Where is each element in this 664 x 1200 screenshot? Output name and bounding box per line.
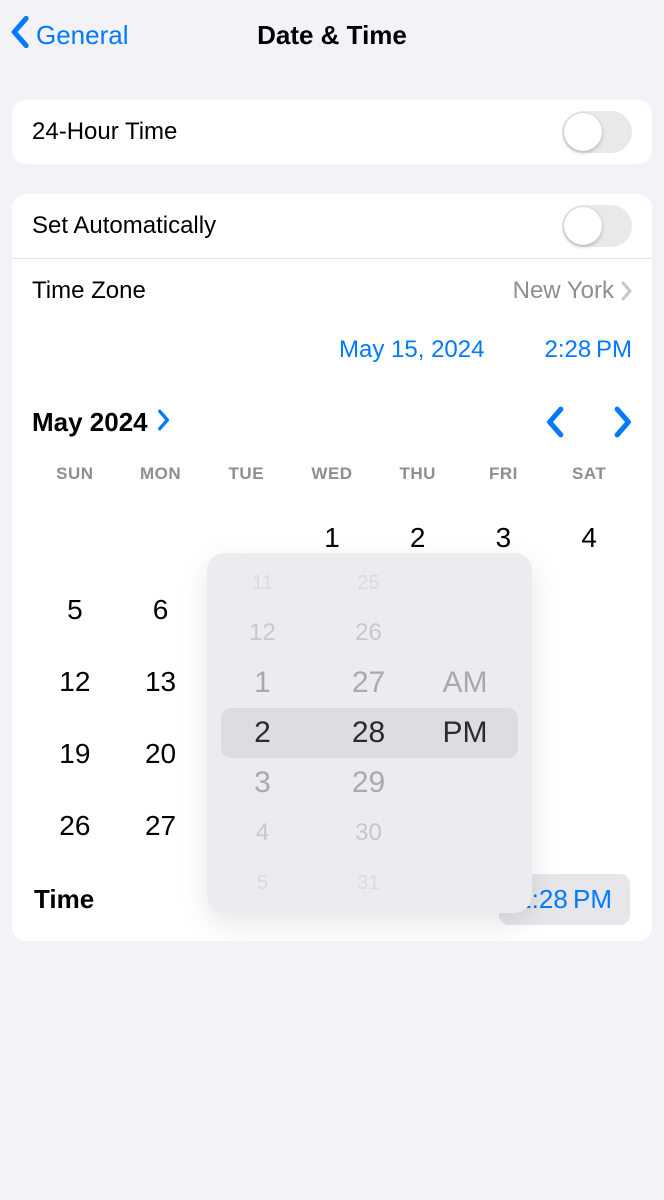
- picker-option[interactable]: 12: [227, 608, 299, 658]
- picker-option-selected[interactable]: 28: [333, 708, 405, 758]
- picker-option[interactable]: 1: [227, 658, 299, 708]
- prev-month-button[interactable]: [546, 406, 566, 438]
- row-timezone[interactable]: Time Zone New York: [12, 258, 652, 322]
- weekday-label: MON: [118, 454, 204, 502]
- calendar-day[interactable]: 4: [546, 502, 632, 574]
- month-title-text: May 2024: [32, 407, 148, 438]
- calendar-day[interactable]: 5: [32, 574, 118, 646]
- row-set-automatically: Set Automatically: [12, 194, 652, 258]
- calendar-day[interactable]: [546, 574, 632, 646]
- picker-option-selected[interactable]: 2: [227, 708, 299, 758]
- month-picker-button[interactable]: May 2024: [32, 407, 170, 438]
- weekday-label: THU: [375, 454, 461, 502]
- picker-option[interactable]: AM: [439, 658, 513, 708]
- calendar-day[interactable]: 26: [32, 790, 118, 862]
- picker-minute-column[interactable]: 25 26 27 28 29 30 31: [333, 553, 405, 913]
- label-time: Time: [34, 884, 94, 915]
- time-picker[interactable]: 11 12 1 2 3 4 5 25 26 27 28: [207, 553, 532, 913]
- picker-option[interactable]: 11: [227, 558, 299, 608]
- back-label: General: [36, 20, 129, 51]
- picker-option[interactable]: 26: [333, 608, 405, 658]
- back-button[interactable]: General: [10, 15, 129, 56]
- row-24hour: 24-Hour Time: [12, 100, 652, 164]
- calendar-weekdays: SUN MON TUE WED THU FRI SAT: [32, 454, 632, 502]
- current-date-button[interactable]: May 15, 2024: [339, 336, 484, 364]
- picker-option-selected[interactable]: PM: [439, 708, 513, 758]
- nav-bar: General Date & Time: [0, 0, 664, 70]
- picker-ampm-column[interactable]: AM PM: [439, 553, 513, 913]
- label-timezone: Time Zone: [32, 277, 146, 305]
- month-nav: [546, 406, 632, 438]
- calendar-day[interactable]: 27: [118, 790, 204, 862]
- picker-option[interactable]: 5: [227, 858, 299, 908]
- picker-option[interactable]: 30: [333, 808, 405, 858]
- group-datetime: Set Automatically Time Zone New York May…: [12, 194, 652, 941]
- weekday-label: SUN: [32, 454, 118, 502]
- calendar-day[interactable]: [32, 502, 118, 574]
- chevron-left-icon: [10, 15, 32, 56]
- weekday-label: SAT: [546, 454, 632, 502]
- toggle-24hour[interactable]: [562, 111, 632, 153]
- calendar-day[interactable]: 6: [118, 574, 204, 646]
- timezone-value-text: New York: [513, 277, 614, 305]
- row-current-datetime: May 15, 2024 2:28 PM: [12, 322, 652, 382]
- weekday-label: FRI: [461, 454, 547, 502]
- calendar-day[interactable]: [546, 718, 632, 790]
- picker-option[interactable]: 3: [227, 758, 299, 808]
- picker-columns: 11 12 1 2 3 4 5 25 26 27 28: [207, 553, 532, 913]
- chevron-right-icon: [156, 407, 170, 438]
- calendar-day[interactable]: [546, 790, 632, 862]
- picker-option[interactable]: 27: [333, 658, 405, 708]
- group-24hour: 24-Hour Time: [12, 100, 652, 164]
- calendar-day[interactable]: [546, 646, 632, 718]
- picker-option[interactable]: 4: [227, 808, 299, 858]
- label-set-automatically: Set Automatically: [32, 212, 216, 240]
- picker-option[interactable]: 29: [333, 758, 405, 808]
- calendar-day[interactable]: [118, 502, 204, 574]
- picker-option-spacer: [439, 758, 513, 808]
- chevron-right-icon: [620, 281, 632, 301]
- weekday-label: WED: [289, 454, 375, 502]
- current-time-button[interactable]: 2:28 PM: [544, 336, 632, 364]
- calendar: SUN MON TUE WED THU FRI SAT 1 2 3 4 5 6: [12, 438, 652, 862]
- calendar-month-header: May 2024: [12, 382, 652, 438]
- calendar-day[interactable]: 19: [32, 718, 118, 790]
- toggle-set-automatically[interactable]: [562, 205, 632, 247]
- picker-option[interactable]: 31: [333, 858, 405, 908]
- calendar-day[interactable]: 13: [118, 646, 204, 718]
- value-timezone: New York: [513, 277, 632, 305]
- label-24hour: 24-Hour Time: [32, 118, 177, 146]
- picker-option[interactable]: 25: [333, 558, 405, 608]
- calendar-day[interactable]: 20: [118, 718, 204, 790]
- weekday-label: TUE: [203, 454, 289, 502]
- calendar-day[interactable]: 12: [32, 646, 118, 718]
- picker-hour-column[interactable]: 11 12 1 2 3 4 5: [227, 553, 299, 913]
- next-month-button[interactable]: [612, 406, 632, 438]
